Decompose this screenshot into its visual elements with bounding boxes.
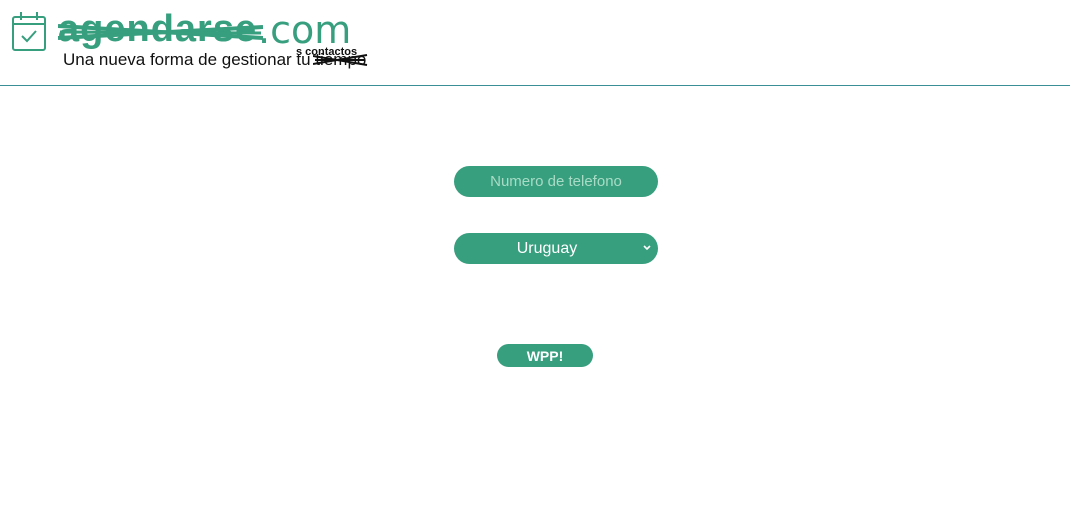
chevron-down-icon: [643, 245, 651, 251]
tagline-replacement: s contactos: [296, 46, 358, 58]
country-select[interactable]: Uruguay: [454, 233, 658, 264]
tagline-prefix: Una nueva forma de gestionar tu: [63, 50, 316, 69]
site-header: agendarse .com Una nueva forma de gestio…: [0, 0, 1070, 86]
calendar-check-icon: [12, 12, 46, 51]
brand-scribble: [58, 24, 263, 40]
phone-number-input[interactable]: [454, 166, 658, 197]
wpp-submit-button[interactable]: WPP!: [497, 344, 593, 367]
country-selected-value: Uruguay: [516, 240, 578, 257]
